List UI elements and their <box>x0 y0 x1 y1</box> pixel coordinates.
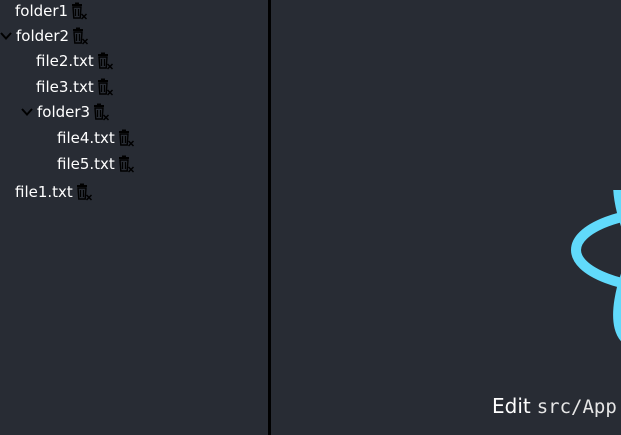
tree-item-label: folder3 <box>37 103 91 121</box>
tree-item-file1[interactable]: file1.txt <box>15 181 93 203</box>
file-tree-sidebar: folder1 folder2 file2.txt file3.txt fold… <box>0 0 268 435</box>
edit-label: Edit <box>492 394 531 418</box>
trash-x-icon[interactable] <box>117 155 135 173</box>
tree-item-label: folder1 <box>15 2 69 20</box>
trash-x-icon[interactable] <box>96 52 114 70</box>
edit-file-path: src/App <box>536 396 617 418</box>
tree-item-folder2[interactable]: folder2 <box>0 25 89 47</box>
tree-item-file5[interactable]: file5.txt <box>57 153 135 175</box>
trash-x-icon[interactable] <box>71 27 89 45</box>
tree-item-folder1[interactable]: folder1 <box>15 0 88 22</box>
trash-x-icon[interactable] <box>117 129 135 147</box>
tree-item-folder3[interactable]: folder3 <box>21 101 110 123</box>
tree-item-file4[interactable]: file4.txt <box>57 127 135 149</box>
tree-item-label: folder2 <box>16 27 70 45</box>
tree-item-label: file1.txt <box>15 183 73 201</box>
app-content: Edit src/App <box>271 0 621 435</box>
chevron-down-icon[interactable] <box>0 29 12 43</box>
tree-item-file3[interactable]: file3.txt <box>36 76 114 98</box>
trash-x-icon[interactable] <box>75 183 93 201</box>
trash-x-icon[interactable] <box>92 103 110 121</box>
tree-item-label: file5.txt <box>57 155 115 173</box>
react-logo-icon <box>571 190 621 349</box>
tree-item-file2[interactable]: file2.txt <box>36 50 114 72</box>
tree-item-label: file4.txt <box>57 129 115 147</box>
app-window: folder1 folder2 file2.txt file3.txt fold… <box>0 0 621 435</box>
chevron-down-icon[interactable] <box>21 105 33 119</box>
edit-instruction: Edit src/App <box>492 394 617 418</box>
trash-x-icon[interactable] <box>70 2 88 20</box>
tree-item-label: file2.txt <box>36 52 94 70</box>
trash-x-icon[interactable] <box>96 78 114 96</box>
tree-item-label: file3.txt <box>36 78 94 96</box>
